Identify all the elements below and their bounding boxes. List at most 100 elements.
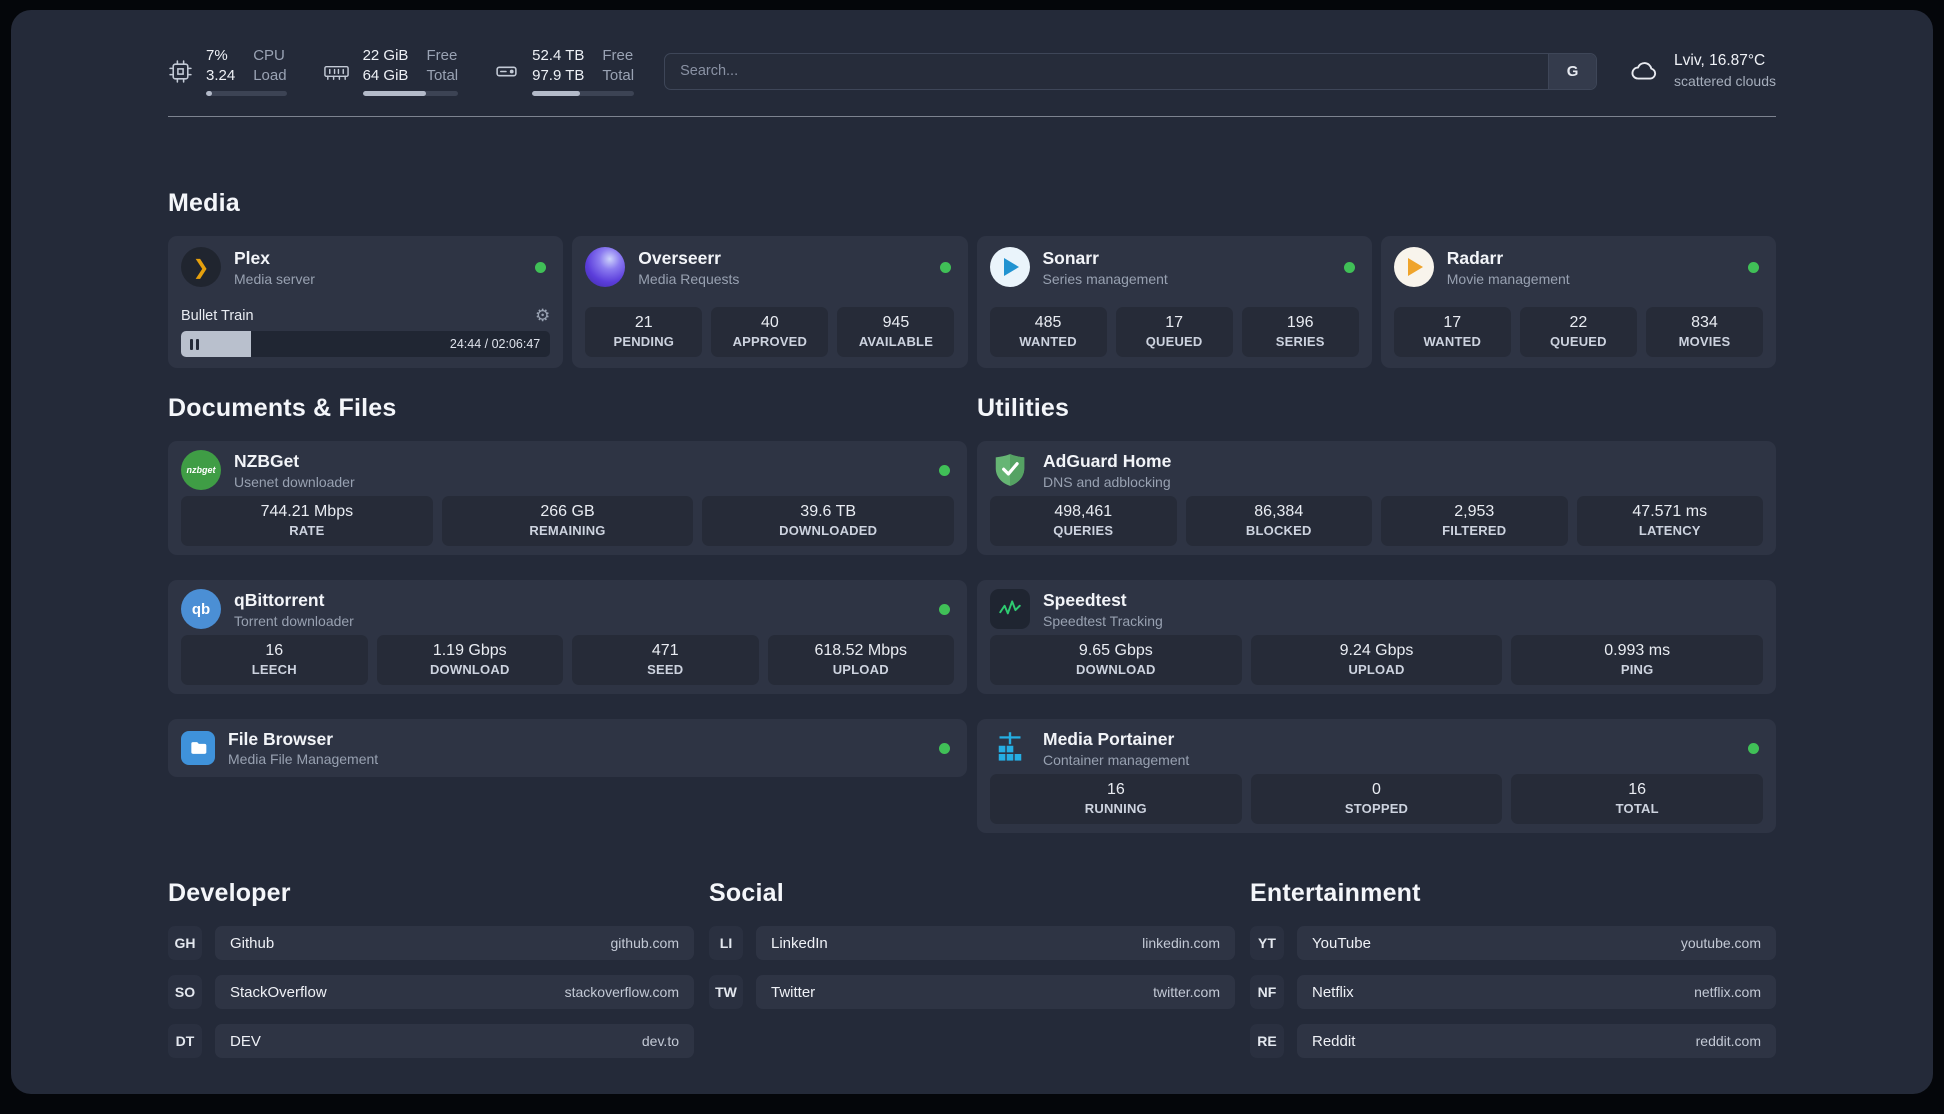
stat-label: WANTED [1423, 333, 1482, 349]
stat-tile: 834 MOVIES [1645, 307, 1763, 357]
stat-value: 945 [882, 314, 910, 332]
app-card-plex[interactable]: ❯ Plex Media server Bullet Train ⚙ 24:44… [168, 236, 564, 368]
bookmark-github[interactable]: GH Github github.com [168, 926, 694, 960]
cpu-widget: 7% 3.24 CPU Load [168, 46, 287, 96]
ram-icon [323, 59, 350, 84]
stat-value: 834 [1691, 314, 1718, 332]
stat-value: 86,384 [1254, 503, 1304, 521]
adguard-shield-icon [990, 450, 1030, 490]
stat-label: DOWNLOADED [779, 522, 878, 538]
stat-tile: 22 QUEUED [1519, 307, 1637, 357]
status-dot [1748, 742, 1759, 754]
app-card-adguard[interactable]: AdGuard Home DNS and adblocking 498,461 … [977, 441, 1776, 555]
app-name: Radarr [1446, 248, 1504, 268]
bookmark-name: Netflix [1312, 983, 1354, 1001]
section-title-developer: Developer [168, 879, 291, 907]
disk-total-value: 97.9 TB [532, 66, 585, 84]
bookmark-url: youtube.com [1680, 935, 1761, 951]
bookmark-stackoverflow[interactable]: SO StackOverflow stackoverflow.com [168, 975, 694, 1009]
bookmark-reddit[interactable]: RE Reddit reddit.com [1250, 1024, 1776, 1058]
bookmark-netflix[interactable]: NF Netflix netflix.com [1250, 975, 1776, 1009]
stat-value: 0 [1372, 781, 1381, 799]
portainer-crane-icon [990, 728, 1030, 768]
app-name: AdGuard Home [1043, 451, 1172, 471]
stat-value: 471 [651, 642, 679, 660]
stat-value: 9.65 Gbps [1078, 642, 1153, 660]
search-bar[interactable]: G [664, 52, 1598, 90]
bookmark-name: DEV [230, 1032, 261, 1050]
app-card-nzbget[interactable]: nzbget NZBGet Usenet downloader 744.21 M… [168, 441, 967, 555]
stat-value: 1.19 Gbps [432, 642, 507, 660]
stat-value: 744.21 Mbps [260, 503, 354, 521]
search-engine-button[interactable]: G [1548, 53, 1597, 89]
bookmark-youtube[interactable]: YT YouTube youtube.com [1250, 926, 1776, 960]
app-name: File Browser [228, 728, 334, 749]
plex-icon: ❯ [181, 247, 221, 288]
app-card-overseerr[interactable]: Overseerr Media Requests 21 PENDING 40 A… [572, 236, 968, 368]
ram-progressbar [362, 91, 459, 96]
bookmark-dev[interactable]: DT DEV dev.to [168, 1024, 694, 1058]
bookmark-linkedin[interactable]: LI LinkedIn linkedin.com [709, 926, 1235, 960]
ram-widget: 22 GiB 64 GiB Free Total [323, 46, 459, 96]
gear-icon[interactable]: ⚙ [535, 307, 550, 324]
stat-tile: 498,461 QUERIES [990, 496, 1177, 546]
now-playing-title: Bullet Train [181, 307, 254, 324]
app-subtitle: Speedtest Tracking [1043, 612, 1163, 629]
stat-label: STOPPED [1344, 800, 1409, 816]
cpu-icon [168, 59, 193, 84]
status-dot [1748, 261, 1759, 273]
app-card-speedtest[interactable]: Speedtest Speedtest Tracking 9.65 Gbps D… [977, 580, 1776, 694]
search-input[interactable] [665, 53, 1549, 89]
app-card-qbittorrent[interactable]: qb qBittorrent Torrent downloader 16 LEE… [168, 580, 967, 694]
app-name: Plex [234, 248, 270, 268]
stat-tile: 21 PENDING [585, 307, 703, 357]
stat-tile: 744.21 Mbps RATE [181, 496, 433, 546]
app-card-sonarr[interactable]: Sonarr Series management 485 WANTED 17 Q… [976, 236, 1372, 368]
cpu-usage-value: 7% [206, 47, 228, 64]
status-dot [1343, 261, 1355, 273]
bookmark-name: LinkedIn [771, 934, 828, 952]
stat-label: TOTAL [1615, 800, 1659, 816]
stat-label: DOWNLOAD [429, 661, 510, 677]
weather-condition: scattered clouds [1674, 73, 1776, 90]
disk-widget: 52.4 TB 97.9 TB Free Total [494, 46, 635, 96]
status-dot [939, 464, 950, 476]
stat-tile: 945 AVAILABLE [837, 307, 955, 357]
stat-value: 9.24 Gbps [1339, 642, 1414, 660]
app-subtitle: DNS and adblocking [1043, 473, 1171, 490]
stat-label: WANTED [1019, 333, 1077, 349]
stat-value: 266 GB [540, 503, 595, 521]
stat-value: 39.6 TB [800, 503, 857, 521]
status-dot [939, 603, 950, 615]
cpu-load-value: 3.24 [206, 66, 236, 84]
section-entertainment: Entertainment YT YouTube youtube.com NF … [1250, 879, 1776, 1073]
ram-total-value: 64 GiB [362, 66, 409, 84]
stat-value: 16 [265, 642, 284, 660]
bookmark-twitter[interactable]: TW Twitter twitter.com [709, 975, 1235, 1009]
app-subtitle: Torrent downloader [234, 612, 354, 629]
app-card-filebrowser[interactable]: File Browser Media File Management [168, 719, 967, 777]
stat-label: SEED [647, 661, 684, 677]
stat-value: 47.571 ms [1632, 503, 1708, 521]
stat-label: UPLOAD [832, 661, 889, 677]
stat-label: QUEUED [1549, 333, 1607, 349]
app-subtitle: Container management [1043, 751, 1190, 768]
now-playing-widget: Bullet Train ⚙ 24:44 / 02:06:47 [181, 307, 551, 357]
app-card-portainer[interactable]: Media Portainer Container management 16 … [977, 719, 1776, 833]
bookmark-url: stackoverflow.com [564, 984, 679, 1000]
playback-time: 24:44 / 02:06:47 [449, 337, 541, 351]
stat-label: AVAILABLE [858, 333, 934, 349]
bookmark-name: StackOverflow [230, 983, 327, 1001]
radarr-icon [1393, 247, 1434, 288]
stat-tile: 196 SERIES [1241, 307, 1359, 357]
playback-progressbar[interactable]: 24:44 / 02:06:47 [181, 331, 551, 357]
app-card-radarr[interactable]: Radarr Movie management 17 WANTED 22 QUE… [1380, 236, 1776, 368]
pause-icon[interactable] [190, 338, 199, 350]
stat-label: QUEUED [1145, 333, 1203, 349]
app-subtitle: Media Requests [638, 270, 740, 287]
stat-label: SERIES [1275, 333, 1325, 349]
app-subtitle: Series management [1042, 270, 1168, 287]
dev-icon: DT [168, 1024, 202, 1058]
section-title-documents: Documents & Files [168, 394, 397, 422]
stat-value: 16 [1106, 781, 1125, 799]
